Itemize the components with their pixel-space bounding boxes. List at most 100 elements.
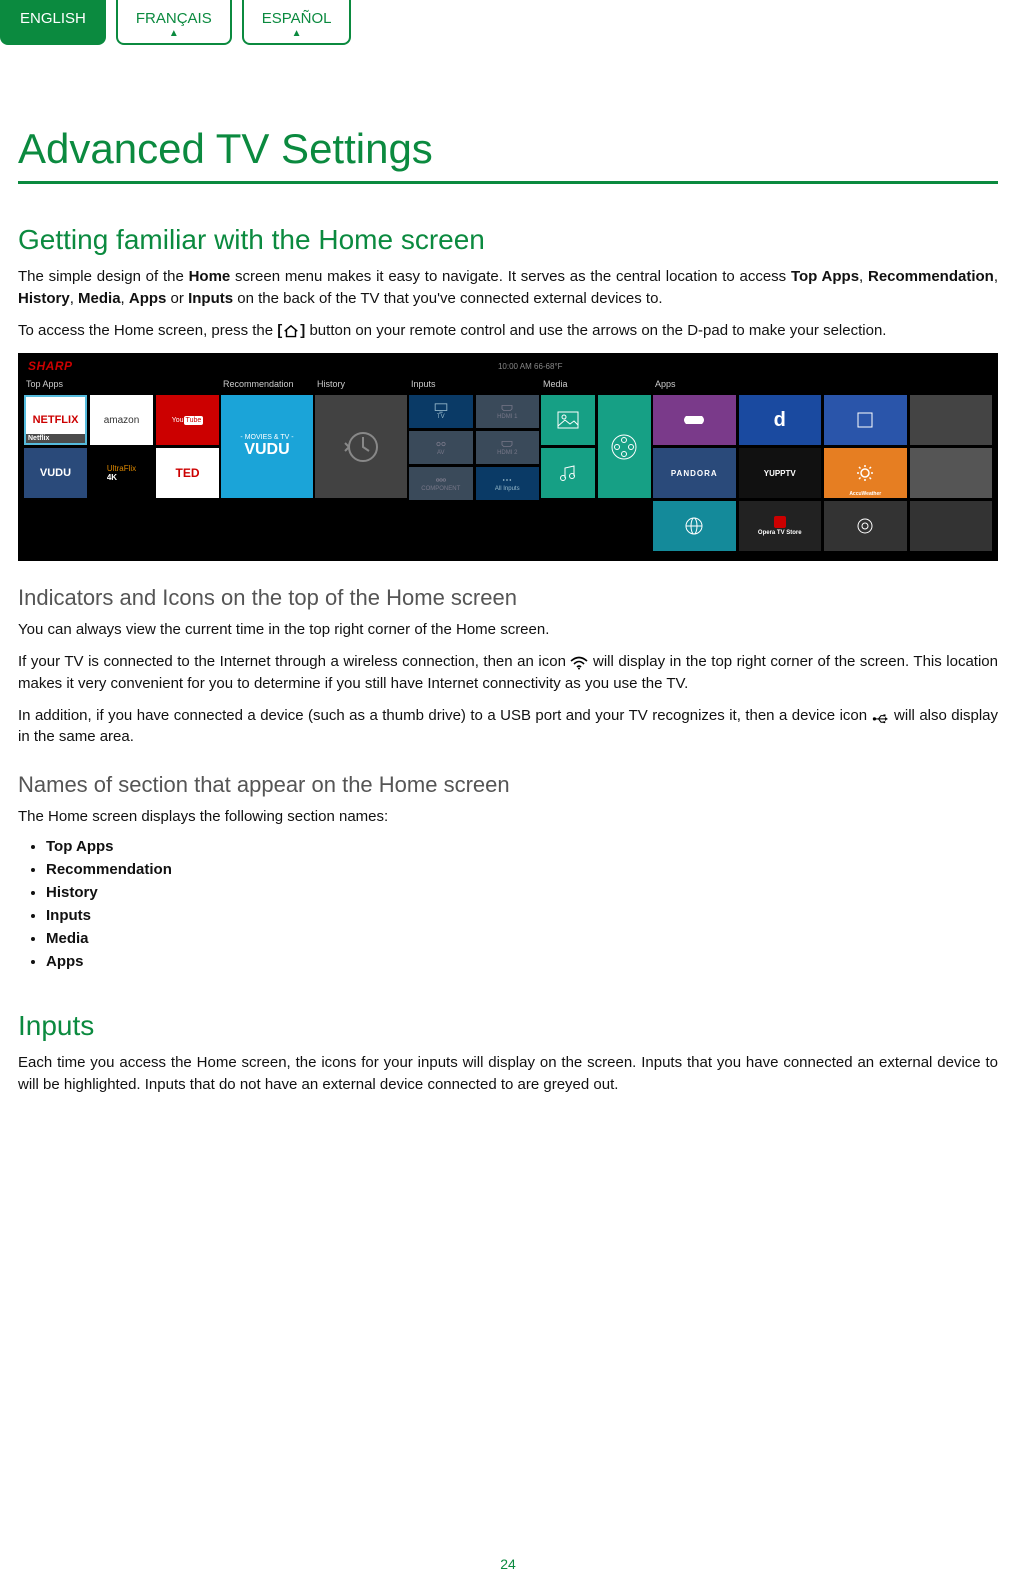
- media-music-tile: [541, 448, 595, 498]
- app-tile-pandora: PANDORA: [653, 448, 736, 498]
- hdmi-icon: [500, 439, 514, 449]
- app-icon: [856, 411, 874, 429]
- sun-icon: [856, 464, 874, 482]
- text: Home: [189, 268, 231, 285]
- ultraflix-tile: UltraFlix4K: [90, 448, 153, 498]
- text: AccuWeather: [849, 491, 881, 497]
- text: Recommendation: [868, 268, 994, 285]
- chevron-up-icon: ▲: [136, 29, 212, 39]
- subsection-heading-indicators: Indicators and Icons on the top of the H…: [18, 585, 998, 611]
- text: on the back of the TV that you've connec…: [233, 290, 663, 307]
- youtube-tile: YouTube: [156, 395, 219, 445]
- column-label: Apps: [653, 379, 992, 391]
- list-item: History: [46, 884, 998, 901]
- list-item: Apps: [46, 953, 998, 970]
- page-number: 24: [0, 1556, 1016, 1572]
- history-tile: [315, 395, 407, 498]
- app-tile-games: [653, 395, 736, 445]
- recommendation-column: Recommendation - MOVIES & TV - VUDU: [221, 379, 313, 551]
- app-tile-browser: [653, 501, 736, 551]
- text: 4K: [107, 473, 117, 482]
- text: TV: [437, 414, 445, 420]
- page-content: Advanced TV Settings Getting familiar wi…: [0, 125, 1016, 1095]
- lang-tab-francais[interactable]: FRANÇAIS ▲: [116, 0, 232, 45]
- gamepad-icon: [682, 412, 706, 428]
- paragraph: The Home screen displays the following s…: [18, 806, 998, 828]
- input-all-tile: All Inputs: [476, 467, 540, 500]
- text: Tube: [184, 416, 204, 425]
- text: In addition, if you have connected a dev…: [18, 707, 872, 724]
- column-label: History: [315, 379, 407, 391]
- app-tile-settings: [824, 501, 907, 551]
- text: ,: [994, 268, 998, 285]
- text: or: [166, 290, 188, 307]
- app-tile-d: d: [739, 395, 822, 445]
- subsection-heading-names: Names of section that appear on the Home…: [18, 772, 998, 798]
- tv-icon: [434, 403, 448, 413]
- column-label: Media: [541, 379, 651, 391]
- brand-logo: SHARP: [28, 359, 73, 373]
- text: All Inputs: [495, 486, 520, 492]
- input-av-tile: AV: [409, 431, 473, 464]
- text: ,: [859, 268, 868, 285]
- text: ,: [70, 290, 78, 307]
- app-tile-generic: [910, 395, 993, 445]
- text: button on your remote control and use th…: [305, 322, 886, 339]
- input-tv-tile: TV: [409, 395, 473, 428]
- list-item: Recommendation: [46, 861, 998, 878]
- gear-icon: [855, 516, 875, 536]
- lang-tab-espanol[interactable]: ESPAÑOL ▲: [242, 0, 352, 45]
- text: The simple design of the: [18, 268, 189, 285]
- text: ,: [121, 290, 129, 307]
- media-photo-tile: [541, 395, 595, 445]
- list-item: Inputs: [46, 907, 998, 924]
- text: screen menu makes it easy to navigate. I…: [230, 268, 791, 285]
- text: NETFLIX: [33, 414, 79, 426]
- all-inputs-icon: [500, 475, 514, 485]
- text: HDMI 1: [497, 414, 517, 420]
- media-video-tile: [598, 395, 652, 498]
- column-label: Top Apps: [24, 379, 219, 391]
- paragraph: In addition, if you have connected a dev…: [18, 705, 998, 749]
- history-icon: [341, 427, 381, 467]
- recommendation-tile: - MOVIES & TV - VUDU: [221, 395, 313, 498]
- music-icon: [558, 463, 578, 483]
- input-hdmi1-tile: HDMI 1: [476, 395, 540, 428]
- text: Apps: [129, 290, 167, 307]
- film-reel-icon: [609, 432, 639, 462]
- hdmi-icon: [500, 403, 514, 413]
- lang-label: FRANÇAIS: [136, 10, 212, 27]
- lang-tab-english[interactable]: ENGLISH ▲: [0, 0, 106, 45]
- input-component-tile: COMPONENT: [409, 467, 473, 500]
- text: COMPONENT: [421, 486, 460, 492]
- language-tabs: ENGLISH ▲ FRANÇAIS ▲ ESPAÑOL ▲: [0, 0, 1016, 45]
- usb-icon: [872, 709, 890, 723]
- app-tile-opera: Opera TV Store: [739, 501, 822, 551]
- text: VUDU: [244, 441, 289, 459]
- paragraph: The simple design of the Home screen men…: [18, 266, 998, 310]
- text: Netflix: [26, 434, 85, 443]
- wifi-icon: [570, 655, 588, 669]
- chevron-up-icon: ▲: [262, 29, 332, 39]
- app-tile-accuweather: AccuWeather: [824, 448, 907, 498]
- text: To access the Home screen, press the: [18, 322, 277, 339]
- picture-icon: [557, 411, 579, 429]
- lang-label: ENGLISH: [20, 10, 86, 27]
- section-list: Top Apps Recommendation History Inputs M…: [18, 838, 998, 970]
- text: - MOVIES & TV -: [240, 434, 293, 441]
- paragraph: Each time you access the Home screen, th…: [18, 1052, 998, 1096]
- paragraph: If your TV is connected to the Internet …: [18, 651, 998, 695]
- input-hdmi2-tile: HDMI 2: [476, 431, 540, 464]
- section-heading-home: Getting familiar with the Home screen: [18, 224, 998, 256]
- status-bar: 10:00 AM 66-68°F: [73, 362, 988, 371]
- list-item: Top Apps: [46, 838, 998, 855]
- vudu-tile: VUDU: [24, 448, 87, 498]
- list-item: Media: [46, 930, 998, 947]
- text: HDMI 2: [497, 450, 517, 456]
- text: Top Apps: [791, 268, 859, 285]
- app-tile-yupptv: YUPPTV: [739, 448, 822, 498]
- top-apps-column: Top Apps NETFLIXNetflix amazon YouTube V…: [24, 379, 219, 551]
- text: Inputs: [188, 290, 233, 307]
- app-tile-generic: [824, 395, 907, 445]
- text: Media: [78, 290, 121, 307]
